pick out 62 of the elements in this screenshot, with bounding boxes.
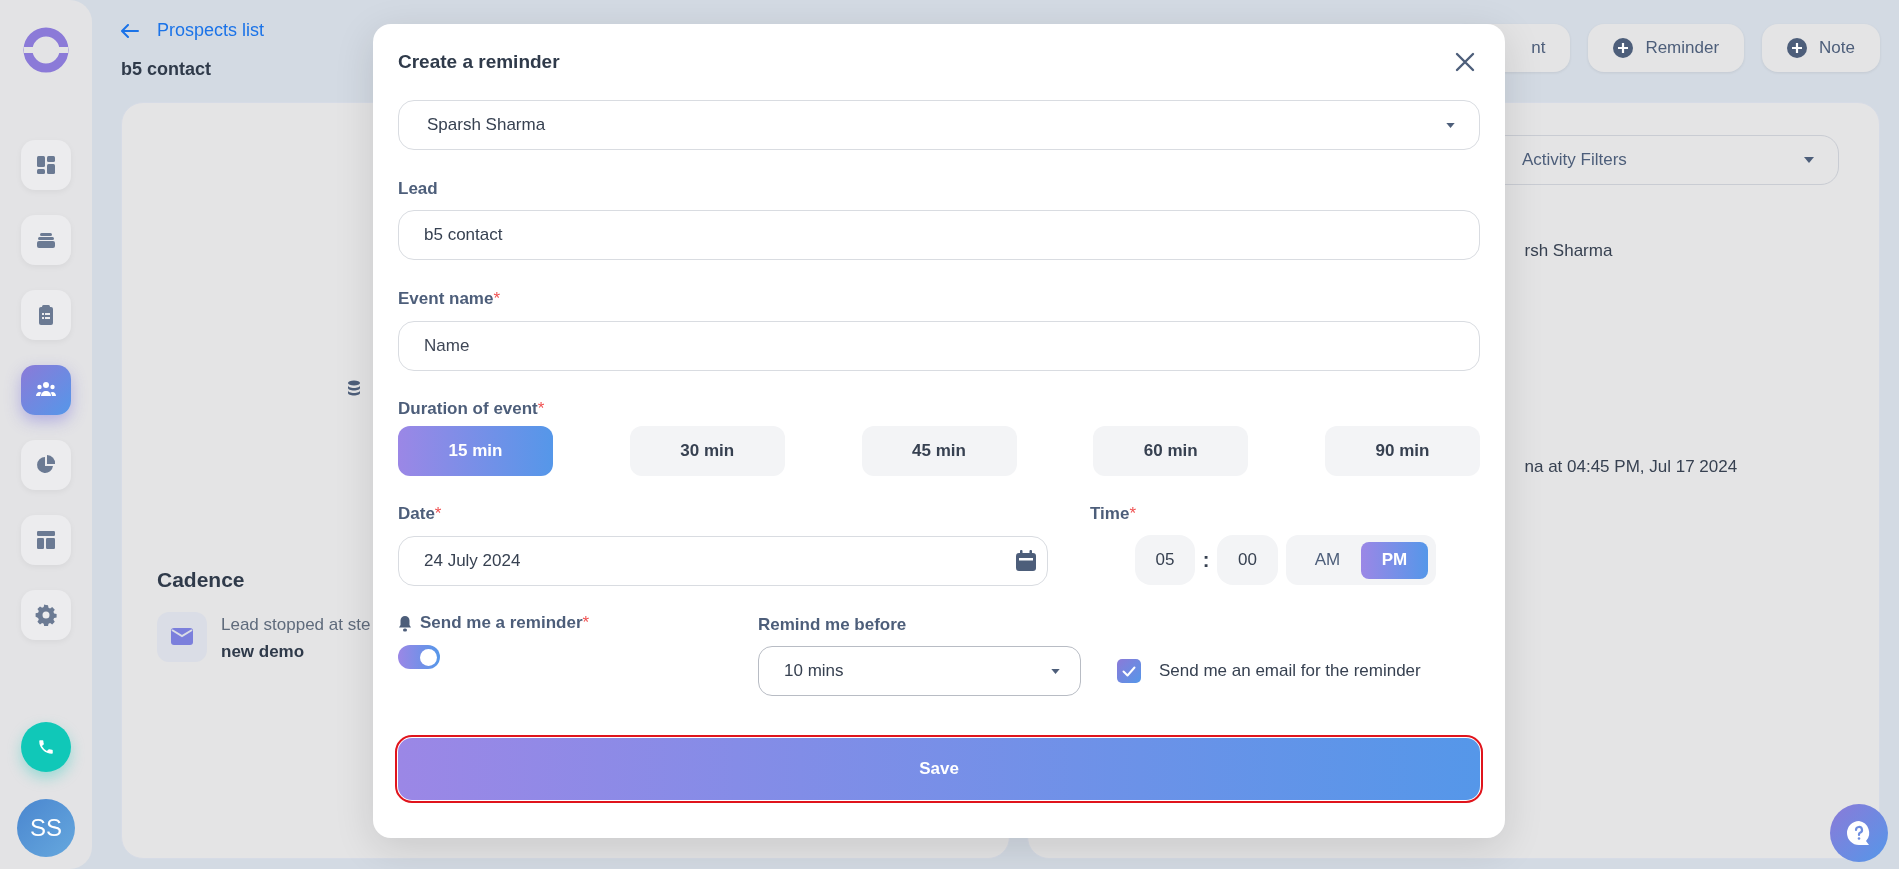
caret-icon <box>1446 122 1455 128</box>
nav-item[interactable] <box>21 365 71 415</box>
field-label: Remind me before <box>758 614 908 634</box>
plus-icon <box>1613 38 1634 58</box>
required-mark: * <box>434 503 442 523</box>
nav-item[interactable] <box>21 590 71 640</box>
required-mark: * <box>1129 503 1136 523</box>
date-field[interactable]: 24 July 2024 <box>398 536 1048 586</box>
gear-icon <box>35 604 57 626</box>
check-icon <box>1122 665 1136 677</box>
field-label: Send me a reminder* <box>420 610 590 636</box>
field-label: Event name* <box>398 286 1480 308</box>
field-label: Date* <box>398 501 1048 523</box>
dialog-title: Create a reminder <box>398 49 560 74</box>
nav-item[interactable] <box>21 140 71 190</box>
nav-item[interactable] <box>21 515 71 565</box>
dashboard-icon <box>35 154 57 176</box>
event-name-field[interactable]: Name <box>398 321 1480 371</box>
calendar-icon[interactable] <box>1015 550 1037 572</box>
duration-option[interactable]: 30 min <box>629 426 785 476</box>
page-title: b5 contact <box>121 58 213 81</box>
period-option[interactable]: AM <box>1294 541 1361 579</box>
caret-icon <box>1804 157 1814 163</box>
phone-icon <box>37 738 55 756</box>
close-icon[interactable] <box>1455 52 1475 72</box>
bell-icon <box>398 614 412 632</box>
back-arrow-icon <box>121 23 139 38</box>
required-mark: * <box>537 398 545 418</box>
remind-before-dropdown[interactable]: 10 mins <box>758 646 1081 696</box>
lead-field[interactable]: b5 contact <box>398 210 1480 260</box>
minute-field[interactable]: 00 <box>1217 535 1278 585</box>
field-label: Duration of event* <box>398 396 1480 418</box>
nav-item[interactable] <box>21 290 71 340</box>
action-button[interactable]: Reminder <box>1588 24 1745 72</box>
database-icon <box>347 380 361 396</box>
field-label: Time* <box>1090 501 1436 523</box>
hour-field[interactable]: 05 <box>1135 535 1195 585</box>
action-button[interactable]: Note <box>1762 24 1880 72</box>
time-separator: : <box>1201 548 1211 573</box>
caret-icon <box>1051 668 1060 674</box>
mail-icon <box>157 611 207 662</box>
pie-icon <box>35 454 57 476</box>
required-mark: * <box>493 288 501 308</box>
checkbox-label: Send me an email for the reminder <box>1159 660 1421 683</box>
section-heading: Cadence <box>157 567 246 593</box>
activity-text: rsh Sharma <box>1524 240 1614 262</box>
duration-option[interactable]: 60 min <box>1093 426 1249 476</box>
activity-text: na at 04:45 PM, Jul 17 2024 <box>1524 455 1739 478</box>
reminder-toggle[interactable] <box>398 645 440 669</box>
field-label: Lead <box>398 178 439 198</box>
duration-option[interactable]: 90 min <box>1325 426 1480 476</box>
required-mark: * <box>582 612 590 635</box>
layout-icon <box>35 529 57 551</box>
cadence-text: Lead stopped at ste <box>221 613 371 636</box>
nav-item[interactable] <box>21 215 71 265</box>
email-checkbox[interactable] <box>1117 659 1141 683</box>
duration-option[interactable]: 45 min <box>861 426 1017 476</box>
cadence-step: new demo <box>221 639 371 665</box>
nav-item[interactable] <box>21 440 71 490</box>
logo-icon[interactable] <box>22 26 70 74</box>
plus-icon <box>1787 38 1808 58</box>
contact-dropdown[interactable]: Sparsh Sharma <box>398 100 1480 150</box>
